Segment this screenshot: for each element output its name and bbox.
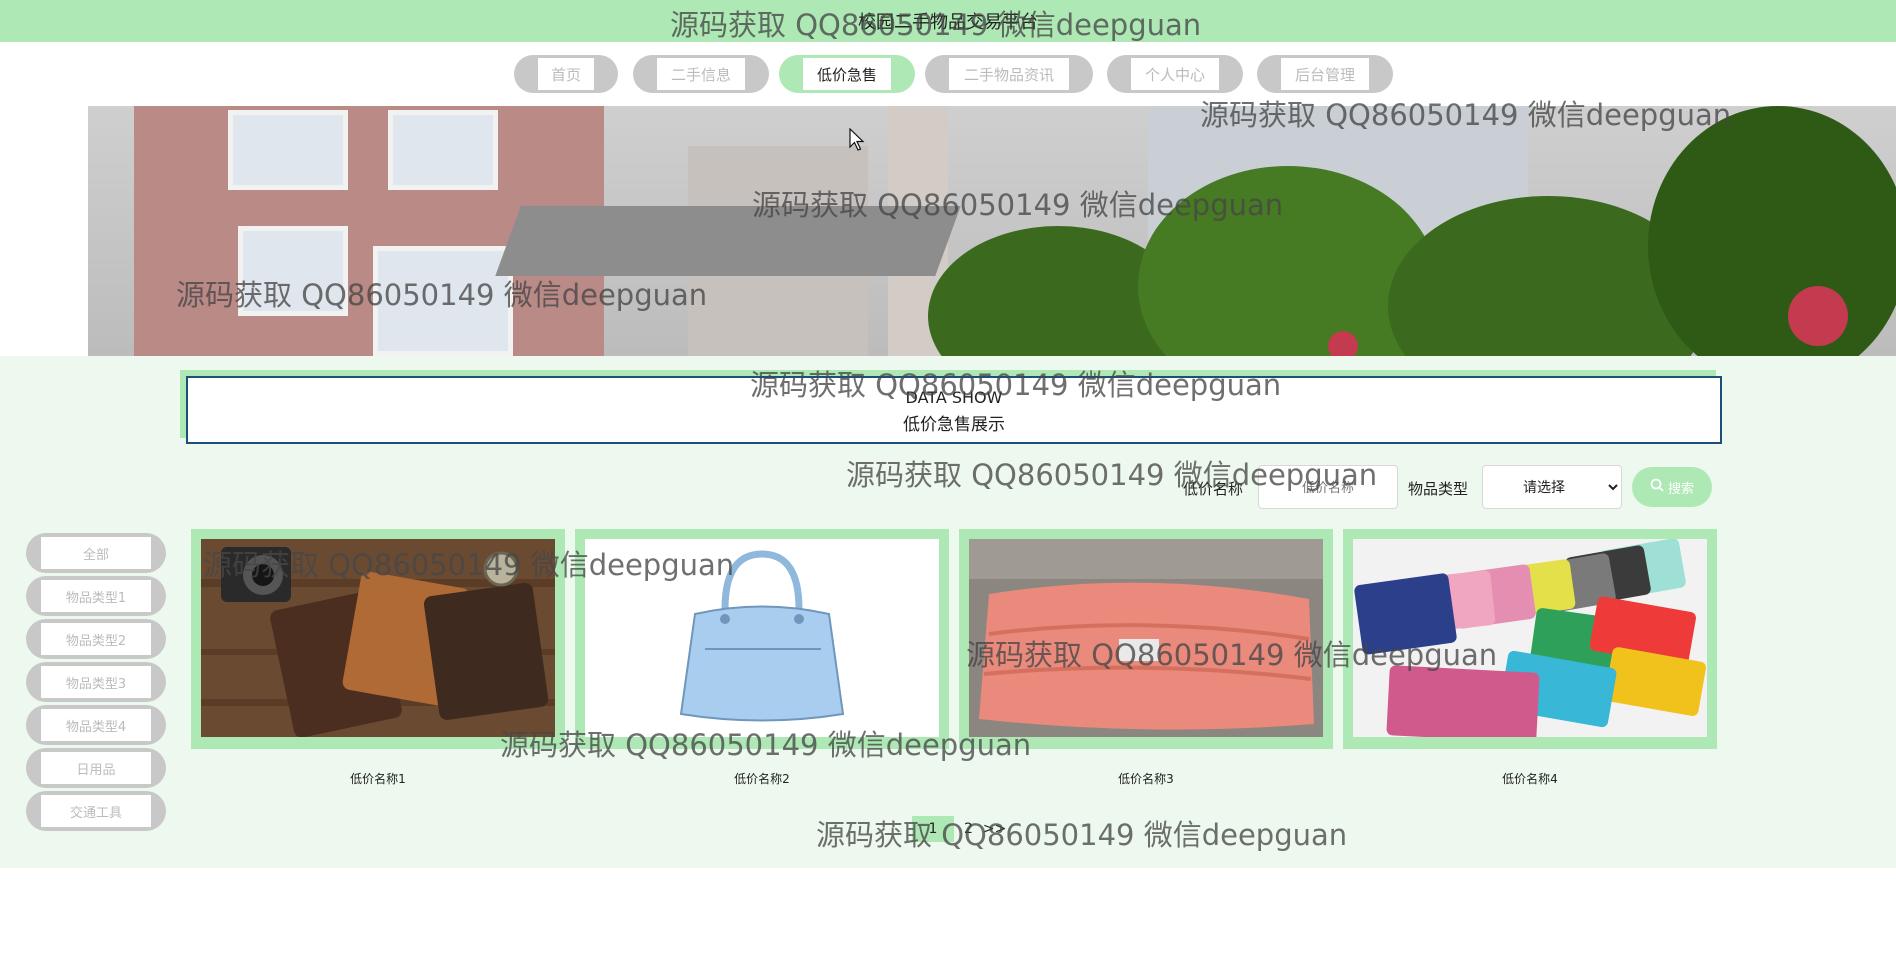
product-card[interactable] — [1343, 529, 1717, 749]
data-show-header: DATA SHOW 低价急售展示 — [186, 376, 1722, 444]
top-header-bar: 校园二手物品交易平台 — [0, 0, 1896, 42]
sidebar-item-type2[interactable]: 物品类型2 — [26, 619, 166, 659]
product-image — [969, 539, 1323, 737]
product-name[interactable]: 低价名称4 — [1343, 770, 1717, 787]
nav-item-label: 个人中心 — [1131, 58, 1219, 90]
banner-image — [88, 106, 1896, 356]
sidebar-item-label: 物品类型4 — [41, 709, 151, 741]
sidebar-item-transport[interactable]: 交通工具 — [26, 791, 166, 831]
type-select[interactable]: 请选择 — [1482, 465, 1622, 509]
product-card[interactable] — [191, 529, 565, 749]
data-show-title-cn: 低价急售展示 — [903, 415, 1005, 435]
sidebar-item-label: 全部 — [41, 537, 151, 569]
sidebar-item-label: 物品类型1 — [41, 580, 151, 612]
product-card[interactable] — [959, 529, 1333, 749]
site-title: 校园二手物品交易平台 — [858, 12, 1038, 33]
product-card[interactable] — [575, 529, 949, 749]
data-show-title-en: DATA SHOW — [905, 388, 1003, 407]
sidebar-item-label: 日用品 — [41, 752, 151, 784]
sidebar-item-type1[interactable]: 物品类型1 — [26, 576, 166, 616]
sidebar-item-label: 物品类型3 — [41, 666, 151, 698]
pagination: 1 2 >> — [912, 816, 1006, 842]
sidebar-item-type3[interactable]: 物品类型3 — [26, 662, 166, 702]
nav-item-label: 首页 — [538, 58, 594, 90]
search-button[interactable]: 搜索 — [1632, 467, 1712, 507]
sidebar-item-label: 物品类型2 — [41, 623, 151, 655]
type-search-label: 物品类型 — [1408, 480, 1469, 498]
search-icon — [1650, 478, 1664, 496]
main-nav: 首页 二手信息 低价急售 二手物品资讯 个人中心 后台管理 — [0, 55, 1896, 93]
product-name[interactable]: 低价名称2 — [575, 770, 949, 787]
page-current[interactable]: 1 — [912, 816, 954, 842]
nav-item-secondhand-news[interactable]: 二手物品资讯 — [925, 55, 1093, 93]
nav-item-label: 低价急售 — [803, 58, 891, 90]
nav-item-label: 后台管理 — [1281, 58, 1369, 90]
nav-item-personal-center[interactable]: 个人中心 — [1107, 55, 1243, 93]
page-next[interactable]: 2 — [964, 821, 973, 837]
nav-item-admin[interactable]: 后台管理 — [1257, 55, 1393, 93]
name-search-input[interactable] — [1258, 465, 1398, 509]
product-name[interactable]: 低价名称1 — [191, 770, 565, 787]
sidebar-item-label: 交通工具 — [41, 795, 151, 827]
nav-item-label: 二手物品资讯 — [949, 58, 1069, 90]
nav-item-label: 二手信息 — [657, 58, 745, 90]
product-name[interactable]: 低价名称3 — [959, 770, 1333, 787]
nav-item-secondhand-info[interactable]: 二手信息 — [633, 55, 769, 93]
name-search-label: 低价名称 — [1183, 480, 1244, 498]
search-button-label: 搜索 — [1667, 481, 1694, 497]
nav-item-home[interactable]: 首页 — [514, 55, 618, 93]
product-image — [1353, 539, 1707, 737]
sidebar-item-all[interactable]: 全部 — [26, 533, 166, 573]
product-image — [201, 539, 555, 737]
product-image — [585, 539, 939, 737]
nav-item-clearance-sale[interactable]: 低价急售 — [779, 55, 915, 93]
sidebar-item-daily-goods[interactable]: 日用品 — [26, 748, 166, 788]
page-last[interactable]: >> — [983, 821, 1006, 837]
mouse-cursor-icon — [849, 127, 865, 156]
sidebar-item-type4[interactable]: 物品类型4 — [26, 705, 166, 745]
